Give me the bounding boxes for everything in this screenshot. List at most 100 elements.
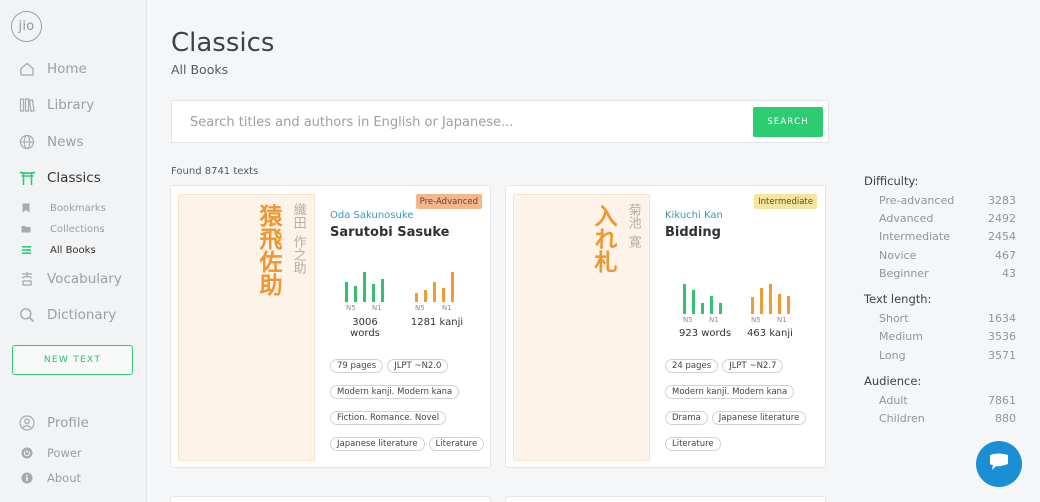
- book-tag[interactable]: Modern kanji. Modern kana: [665, 385, 795, 399]
- word-level-bar: [701, 303, 704, 314]
- page-title: Classics: [171, 28, 275, 58]
- home-icon: [18, 60, 36, 78]
- cover-author: 寛: [625, 235, 641, 248]
- book-card[interactable]: 入れ札 菊池 寛 Intermediate Kikuchi Kan Biddin…: [505, 185, 826, 468]
- filter-option-label: Beginner: [879, 266, 929, 280]
- filter-option-count: 1634: [988, 312, 1016, 326]
- book-author[interactable]: Kikuchi Kan: [665, 210, 723, 221]
- filter-option[interactable]: Short 1634: [864, 309, 1016, 327]
- chat-button[interactable]: [976, 441, 1022, 487]
- filter-option[interactable]: Medium 3536: [864, 328, 1016, 346]
- list-icon: [21, 245, 31, 255]
- nav-dictionary[interactable]: Dictionary: [0, 302, 147, 328]
- book-tag[interactable]: Literature: [428, 437, 485, 451]
- kanji-level-bar: [751, 297, 754, 314]
- word-level-bar: [710, 296, 713, 314]
- power-icon: [18, 444, 36, 462]
- book-tag[interactable]: 24 pages: [665, 359, 719, 373]
- book-cover[interactable]: 猿飛佐助 織田 作之助: [178, 194, 315, 461]
- book-tag[interactable]: Modern kanji. Modern kana: [330, 385, 460, 399]
- page-subtitle: All Books: [171, 62, 229, 77]
- nav-bookmarks[interactable]: Bookmarks: [0, 200, 147, 216]
- filter-option[interactable]: Advanced 2492: [864, 209, 1016, 227]
- filter-option[interactable]: Intermediate 2454: [864, 228, 1016, 246]
- cover-author: 作之助: [290, 235, 306, 274]
- kanji-level-bar: [451, 272, 454, 302]
- nav-library[interactable]: Library: [0, 92, 147, 118]
- nav-classics[interactable]: Classics: [0, 165, 147, 191]
- book-card[interactable]: [505, 496, 826, 502]
- book-title[interactable]: Bidding: [665, 225, 721, 240]
- nav-home-label: Home: [47, 61, 87, 77]
- nav-home[interactable]: Home: [0, 56, 147, 82]
- search-input[interactable]: [182, 107, 742, 137]
- filter-option[interactable]: Novice 467: [864, 246, 1016, 264]
- search-bar: SEARCH: [171, 100, 829, 143]
- filter-option-label: Children: [879, 412, 925, 426]
- filter-option[interactable]: Pre-advanced 3283: [864, 191, 1016, 209]
- tag-list: 24 pages JLPT ~N2.7 Modern kanji. Modern k…: [665, 353, 825, 457]
- n1-label: N1: [709, 316, 719, 324]
- filter-title: Audience:: [864, 374, 922, 389]
- book-tag[interactable]: Japanese literature: [711, 411, 807, 425]
- word-level-bar: [345, 282, 348, 302]
- filter-option-count: 2492: [988, 211, 1016, 225]
- audience-filter: Audience: Adult 7861 Children 880: [864, 374, 1016, 428]
- book-author[interactable]: Oda Sakunosuke: [330, 210, 413, 221]
- globe-icon: [18, 133, 36, 151]
- kanji-level-chart: [415, 270, 459, 302]
- book-title[interactable]: Sarutobi Sasuke: [330, 225, 449, 240]
- nav-profile[interactable]: Profile: [0, 410, 147, 436]
- search-icon: [18, 306, 36, 324]
- word-level-bar: [719, 303, 722, 314]
- kanji-level-bar: [787, 296, 790, 314]
- cover-title: 猿飛佐助: [255, 204, 282, 296]
- filter-option-label: Long: [879, 348, 906, 362]
- book-card[interactable]: [170, 496, 491, 502]
- kanji-level-bar: [424, 290, 427, 302]
- difficulty-badge: Pre-Advanced: [415, 194, 482, 209]
- nav-vocabulary[interactable]: Vocabulary: [0, 266, 147, 292]
- user-icon: [18, 414, 36, 432]
- nav-library-label: Library: [47, 97, 95, 113]
- filter-option[interactable]: Children 880: [864, 410, 1016, 428]
- filter-option[interactable]: Long 3571: [864, 346, 1016, 364]
- filter-option-count: 7861: [988, 394, 1016, 408]
- filter-option-label: Short: [879, 312, 909, 326]
- filter-option-count: 3536: [988, 330, 1016, 344]
- nav-all-books[interactable]: All Books: [0, 242, 147, 258]
- nav-news[interactable]: News: [0, 129, 147, 155]
- book-cover[interactable]: 入れ札 菊池 寛: [513, 194, 650, 461]
- nav-power[interactable]: Power: [0, 441, 147, 465]
- nav-collections[interactable]: Collections: [0, 221, 147, 237]
- book-tag[interactable]: JLPT ~N2.0: [387, 359, 449, 373]
- book-tag[interactable]: Literature: [665, 437, 721, 451]
- nav-about-label: About: [47, 471, 82, 485]
- n5-label: N5: [751, 316, 761, 324]
- filter-option[interactable]: Adult 7861: [864, 391, 1016, 409]
- word-level-bar: [381, 279, 384, 302]
- filter-panel: Difficulty: Pre-advanced 3283 Advanced 2492…: [864, 174, 1016, 438]
- kanji-count: 463 kanji: [747, 328, 793, 339]
- filter-option-label: Intermediate: [879, 230, 950, 244]
- n5-label: N5: [683, 316, 693, 324]
- n1-label: N1: [777, 316, 787, 324]
- filter-option[interactable]: Beginner 43: [864, 264, 1016, 282]
- word-level-bar: [683, 284, 686, 314]
- word-level-bar: [363, 272, 366, 302]
- n1-label: N1: [372, 304, 382, 312]
- nav-about[interactable]: About: [0, 466, 147, 490]
- book-tag[interactable]: Japanese literature: [330, 437, 425, 451]
- book-card[interactable]: 猿飛佐助 織田 作之助 Pre-Advanced Oda Sakunosuke …: [170, 185, 491, 468]
- kanji-level-bar: [769, 284, 772, 314]
- length-filter: Text length: Short 1634 Medium 3536 Long 3571: [864, 292, 1016, 364]
- book-tag[interactable]: JLPT ~N2.7: [722, 359, 784, 373]
- search-button[interactable]: SEARCH: [753, 107, 823, 137]
- logo[interactable]: jio: [11, 11, 42, 42]
- book-tag[interactable]: Fiction. Romance. Novel: [330, 411, 447, 425]
- book-tag[interactable]: Drama: [665, 411, 708, 425]
- word-level-chart: [345, 270, 389, 302]
- new-text-button[interactable]: NEW TEXT: [12, 345, 133, 375]
- nav-vocabulary-label: Vocabulary: [47, 271, 122, 287]
- book-tag[interactable]: 79 pages: [330, 359, 384, 373]
